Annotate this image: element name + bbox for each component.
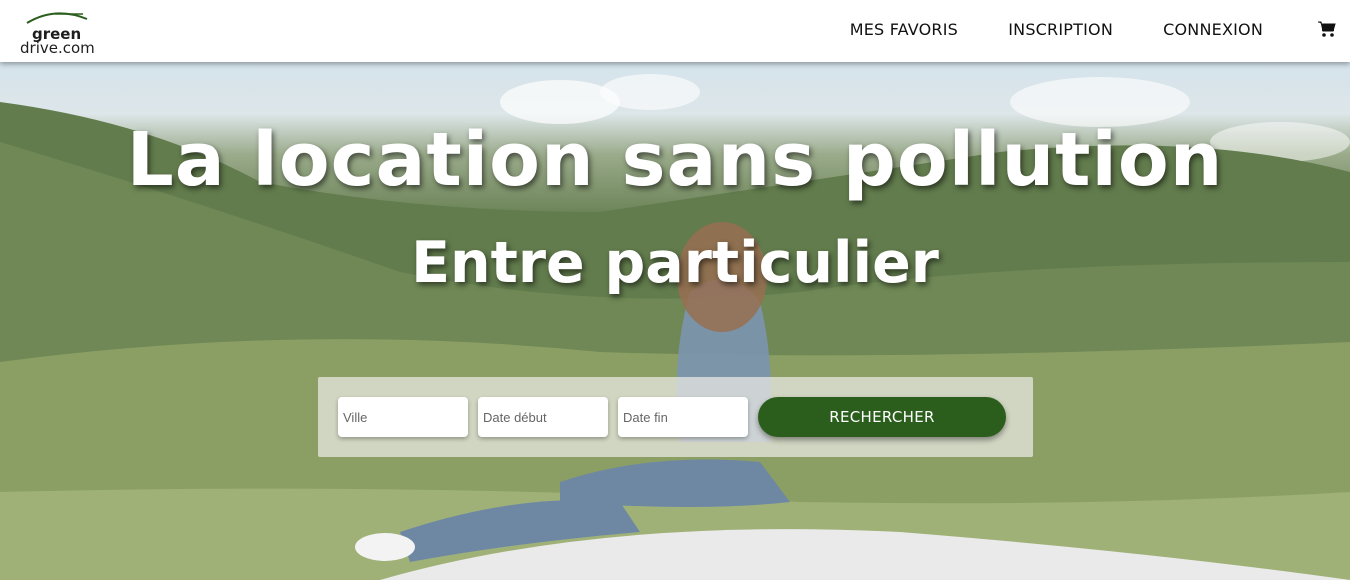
city-input[interactable] <box>338 397 468 437</box>
nav-register[interactable]: INSCRIPTION <box>1008 20 1113 39</box>
nav-login[interactable]: CONNEXION <box>1163 20 1263 39</box>
nav-favorites[interactable]: MES FAVORIS <box>850 20 958 39</box>
logo-text-domain: drive.com <box>20 39 95 57</box>
shopping-cart-icon[interactable] <box>1318 20 1336 42</box>
start-date-input[interactable] <box>478 397 608 437</box>
hero-subtitle: Entre particulier <box>411 230 939 296</box>
end-date-input[interactable] <box>618 397 748 437</box>
hero-title: La location sans pollution <box>126 117 1224 203</box>
roof-icon <box>26 12 88 24</box>
hero-section: La location sans pollution Entre particu… <box>0 62 1350 580</box>
search-button[interactable]: RECHERCHER <box>758 397 1006 437</box>
search-panel: RECHERCHER <box>318 377 1033 457</box>
site-logo[interactable]: green drive.com <box>20 8 100 58</box>
site-header: green drive.com MES FAVORIS INSCRIPTION … <box>0 0 1350 62</box>
